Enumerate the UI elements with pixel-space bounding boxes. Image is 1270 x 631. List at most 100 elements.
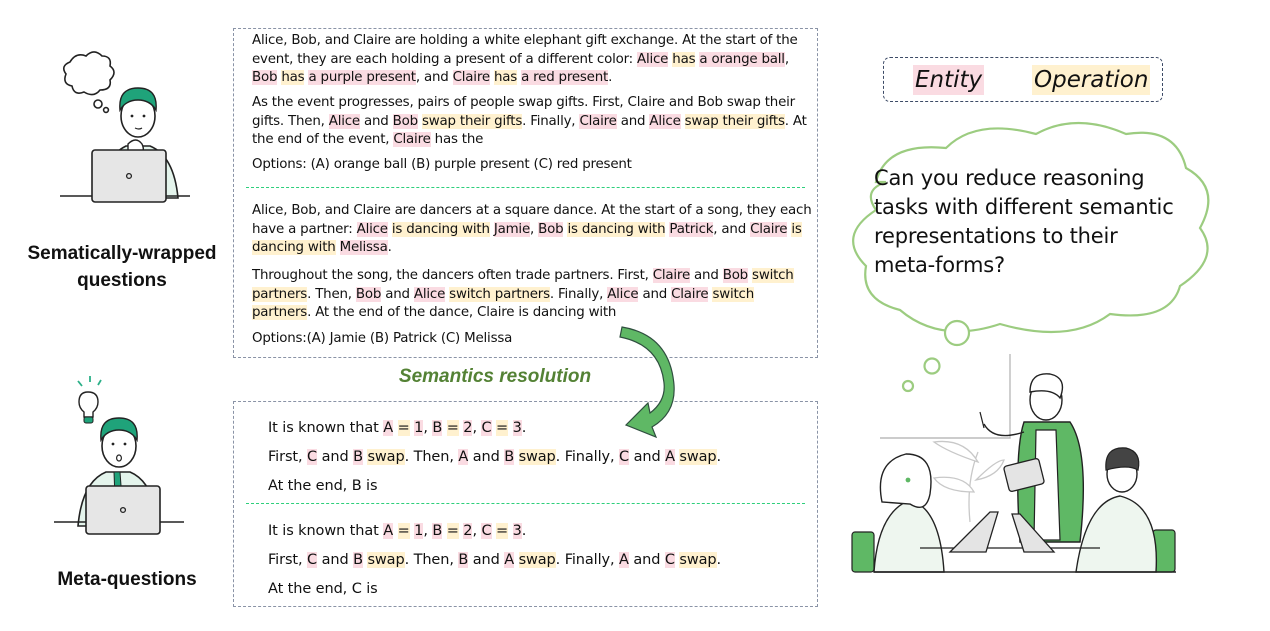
entity-highlight: A <box>504 552 515 568</box>
plain-text <box>508 523 513 539</box>
plain-text: . <box>716 449 722 465</box>
operation-highlight: has <box>493 70 518 86</box>
operation-highlight: has <box>672 51 696 67</box>
plain-text: . <box>608 70 613 86</box>
plain-text: , <box>530 221 539 237</box>
entity-highlight: B <box>353 449 363 465</box>
plain-text: and <box>616 113 650 129</box>
entity-highlight: a red present <box>521 70 609 86</box>
plain-text <box>514 552 519 568</box>
entity-highlight: C <box>481 523 492 539</box>
wrapped-questions-label-line1: Sematically-wrapped <box>27 243 217 264</box>
operation-highlight: swap <box>367 449 405 465</box>
plain-text: . <box>521 523 527 539</box>
entity-highlight: A <box>383 420 394 436</box>
entity-highlight: Claire <box>652 268 690 283</box>
thinking-person-illustration <box>60 51 190 203</box>
entity-highlight: A <box>383 523 394 539</box>
plain-text <box>393 523 398 539</box>
entity-highlight: Claire <box>750 221 788 237</box>
team-meeting-illustration <box>851 354 1176 573</box>
plain-text <box>393 420 398 436</box>
entity-highlight: 3 <box>512 420 522 436</box>
entity-highlight: Bob <box>538 221 564 237</box>
plain-text <box>514 449 519 465</box>
operation-highlight: = <box>397 523 410 539</box>
entity-highlight: 1 <box>414 523 424 539</box>
enlightened-person-illustration <box>54 376 184 535</box>
entity-highlight: Bob <box>252 70 278 86</box>
plain-text: . Finally, <box>522 113 580 129</box>
plain-text: . Then, <box>307 286 356 302</box>
entity-highlight: Claire <box>671 286 709 302</box>
plain-text: and <box>689 268 723 283</box>
legend-entity: Entity <box>913 65 985 95</box>
semantics-resolution-label: Semantics resolution <box>398 366 592 387</box>
plain-text: . Finally, <box>555 449 620 465</box>
entity-highlight: B <box>432 420 443 436</box>
operation-highlight: swap <box>518 449 556 465</box>
entity-highlight: Claire <box>579 113 617 129</box>
plain-text: . <box>387 240 392 256</box>
plain-text: . Then, <box>404 552 459 568</box>
wrapped-questions-label-line2: questions <box>77 270 167 291</box>
highlight-legend: Entity Operation <box>883 57 1163 102</box>
entity-highlight: 1 <box>414 420 424 436</box>
plain-text <box>336 240 340 255</box>
entity-highlight: C <box>307 552 318 568</box>
entity-highlight: A <box>665 449 675 465</box>
entity-highlight: Alice <box>649 113 681 129</box>
plain-text <box>508 420 513 436</box>
entity-highlight: B <box>504 449 515 465</box>
plain-text: . <box>716 552 722 568</box>
entity-highlight: B <box>458 552 469 568</box>
q1-options: Options: (A) orange ball (B) purple pres… <box>252 157 632 172</box>
curved-arrow-icon <box>619 326 675 439</box>
entity-highlight: Alice <box>328 113 360 129</box>
m1-swaps: First, C and B swap. Then, A and B swap.… <box>268 447 721 467</box>
plain-text: and <box>468 449 505 465</box>
operation-highlight: = <box>397 420 410 436</box>
meta-questions-label: Meta-questions <box>57 569 197 590</box>
entity-highlight: 3 <box>512 523 522 539</box>
plain-text: and <box>629 449 666 465</box>
plain-text: , <box>784 51 789 67</box>
entity-highlight: Jamie <box>493 221 530 237</box>
plain-text: . Finally, <box>555 552 620 568</box>
entity-highlight: a orange ball <box>699 51 785 67</box>
operation-highlight: swap <box>367 552 405 568</box>
entity-highlight: C <box>481 420 492 436</box>
operation-highlight: swap their gifts <box>422 113 523 129</box>
wrapped-questions-label: Sematically-wrapped questions <box>14 240 230 294</box>
operation-highlight: has <box>281 70 305 86</box>
q1-context: Alice, Bob, and Claire are holding a whi… <box>252 32 812 88</box>
meta-separator <box>246 503 805 504</box>
plain-text: , and <box>415 70 453 86</box>
entity-highlight: C <box>619 449 630 465</box>
plain-text: , <box>423 523 433 539</box>
entity-highlight: a purple present <box>308 70 416 86</box>
research-question: Can you reduce reasoning tasks with diff… <box>874 166 1174 277</box>
entity-highlight: Bob <box>722 268 748 283</box>
operation-highlight: = <box>446 523 459 539</box>
m1-assignments: It is known that A = 1, B = 2, C = 3. <box>268 418 526 438</box>
plain-text: and <box>359 113 393 129</box>
plain-text: . Then, <box>404 449 459 465</box>
m2-assignments: It is known that A = 1, B = 2, C = 3. <box>268 521 526 541</box>
entity-highlight: Bob <box>392 113 418 129</box>
plain-text: . <box>521 420 527 436</box>
q2-swaps: Throughout the song, the dancers often t… <box>252 267 812 323</box>
entity-highlight: Melissa <box>339 240 388 256</box>
operation-highlight: switch partners <box>449 286 550 302</box>
operation-highlight: = <box>496 420 509 436</box>
entity-highlight: A <box>458 449 469 465</box>
meta-questions-box: It is known that A = 1, B = 2, C = 3. Fi… <box>233 401 818 607</box>
m2-query: At the end, C is <box>268 581 378 597</box>
operation-highlight: swap <box>679 449 717 465</box>
plain-text: It is known that <box>268 420 384 436</box>
plain-text: It is known that <box>268 523 384 539</box>
plain-text: , and <box>713 221 751 237</box>
plain-text: and <box>468 552 505 568</box>
entity-highlight: A <box>619 552 629 568</box>
plain-text: and <box>628 552 665 568</box>
